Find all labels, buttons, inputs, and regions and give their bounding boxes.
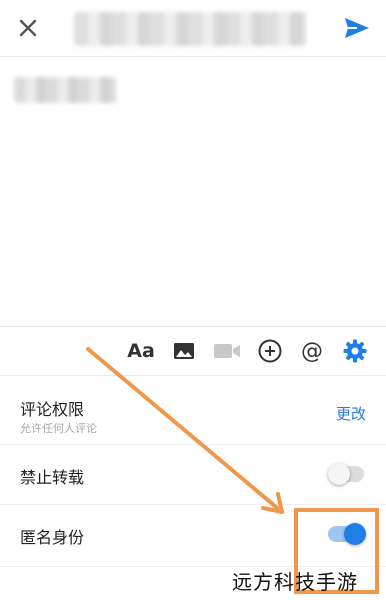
comment-permission-title: 评论权限 — [20, 400, 85, 419]
text-format-label: Aa — [127, 340, 155, 362]
editor-toolbar: Aa @ — [0, 326, 386, 376]
comment-permission-row[interactable]: 评论权限 允许任何人评论 更改 — [0, 384, 386, 445]
close-icon[interactable] — [14, 14, 42, 42]
toggle-knob — [328, 463, 350, 485]
no-repost-row: 禁止转载 — [0, 444, 386, 505]
at-icon[interactable]: @ — [298, 337, 326, 365]
top-bar — [0, 0, 386, 57]
send-icon[interactable] — [342, 13, 372, 43]
no-repost-title: 禁止转载 — [20, 468, 85, 487]
add-circle-icon[interactable] — [256, 337, 284, 365]
video-icon[interactable] — [213, 337, 241, 365]
change-link[interactable]: 更改 — [336, 403, 366, 424]
at-label: @ — [301, 338, 323, 364]
gear-icon[interactable] — [341, 337, 369, 365]
no-repost-toggle[interactable] — [328, 463, 364, 485]
watermark: 远方科技手游 — [232, 570, 358, 594]
image-icon[interactable] — [170, 337, 198, 365]
blurred-title — [74, 12, 306, 46]
blurred-content — [14, 77, 116, 103]
anonymous-title: 匿名身份 — [20, 528, 85, 547]
comment-permission-subtitle: 允许任何人评论 — [20, 422, 97, 435]
text-format-icon[interactable]: Aa — [127, 337, 155, 365]
post-content-area[interactable] — [0, 57, 386, 325]
